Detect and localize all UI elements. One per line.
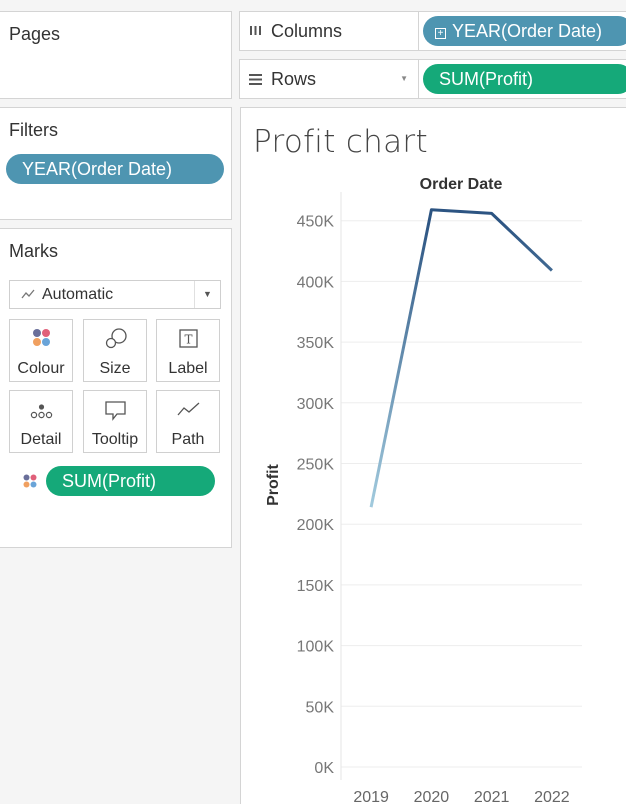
y-tick-label: 50K: [306, 699, 335, 716]
x-tick-label: 2021: [474, 789, 510, 804]
x-axis-title: Order Date: [420, 176, 503, 193]
x-tick-label: 2022: [534, 789, 570, 804]
x-tick-label: 2019: [353, 789, 389, 804]
y-tick-label: 350K: [297, 335, 335, 352]
x-tick-label: 2020: [414, 789, 450, 804]
y-tick-label: 100K: [297, 639, 335, 656]
y-tick-label: 200K: [297, 517, 335, 534]
y-tick-label: 250K: [297, 457, 335, 474]
y-tick-label: 300K: [297, 396, 335, 413]
y-tick-label: 0K: [314, 760, 334, 777]
profit-series-line[interactable]: [369, 208, 553, 508]
y-tick-label: 400K: [297, 274, 335, 291]
line-chart: 0K 50K 100K 150K 200K 250K 300K 350K 400K 450K 201…: [265, 176, 582, 804]
y-tick-label: 450K: [297, 214, 335, 231]
y-axis-title: Profit: [265, 463, 282, 505]
y-tick-label: 150K: [297, 578, 335, 595]
